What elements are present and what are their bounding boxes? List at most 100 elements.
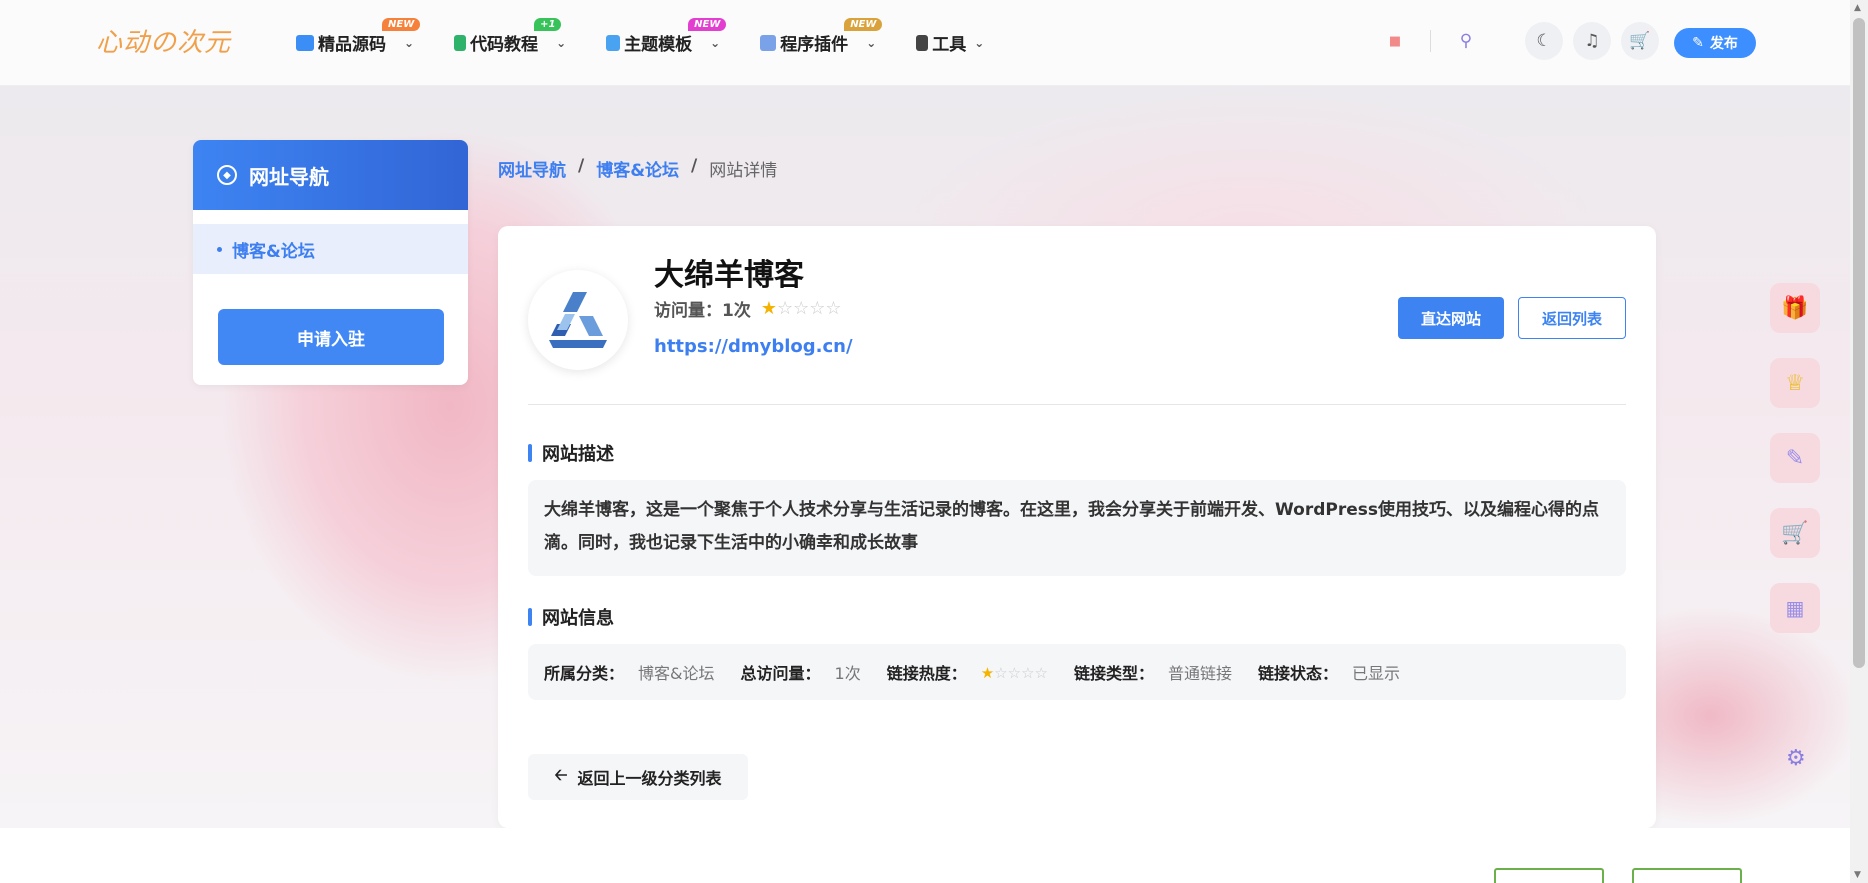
nav-badge: NEW bbox=[844, 18, 883, 31]
footer-chip bbox=[1494, 868, 1604, 883]
bell-icon[interactable]: ♫ bbox=[1573, 22, 1611, 60]
gear-icon[interactable]: ⚙ bbox=[1786, 746, 1806, 771]
star-icon: ☆ bbox=[994, 663, 1008, 682]
header-tools: ■ ⚲ ☾ ♫ 🛒 bbox=[1376, 22, 1659, 60]
star-icon: ★ bbox=[980, 663, 995, 682]
nav-label: 主题模板 bbox=[624, 35, 693, 55]
star-icon: ☆ bbox=[809, 298, 826, 319]
site-url-link[interactable]: https://dmyblog.cn/ bbox=[654, 336, 853, 357]
moon-icon[interactable]: ☾ bbox=[1525, 22, 1563, 60]
site-info-row: 所属分类： 博客&论坛 总访问量： 1次 链接热度： ★☆☆☆☆ 链接类型： 普… bbox=[528, 644, 1626, 700]
description-heading: 网站描述 bbox=[528, 440, 614, 466]
star-icon: ☆ bbox=[793, 298, 810, 319]
info-type-value: 普通链接 bbox=[1168, 664, 1233, 683]
star-icon: ☆ bbox=[1034, 663, 1048, 682]
nav-badge: NEW bbox=[688, 18, 727, 31]
breadcrumb-link[interactable]: 网址导航 bbox=[498, 156, 566, 181]
nav-item-themes[interactable]: 主题模板 NEW ⌄ bbox=[602, 18, 730, 59]
heading-bar bbox=[528, 444, 532, 462]
info-key: 链接热度： bbox=[886, 664, 967, 683]
divider bbox=[1430, 30, 1431, 52]
monitor-icon bbox=[296, 34, 314, 51]
breadcrumb-separator: / bbox=[578, 156, 585, 176]
qrcode-icon[interactable]: ▦ bbox=[1770, 583, 1820, 633]
breadcrumb-link[interactable]: 博客&论坛 bbox=[596, 156, 679, 181]
info-key: 总访问量： bbox=[740, 664, 821, 683]
info-visits-value: 1次 bbox=[834, 664, 861, 683]
info-key: 链接状态： bbox=[1258, 664, 1339, 683]
chevron-down-icon: ⌄ bbox=[974, 35, 985, 50]
visit-site-button[interactable]: 直达网站 bbox=[1398, 297, 1504, 339]
nav-badge: +1 bbox=[534, 18, 562, 31]
compass-icon: ◆ bbox=[217, 165, 237, 185]
chevron-down-icon: ⌄ bbox=[710, 35, 721, 50]
pencil-icon: ✎ bbox=[1692, 35, 1704, 51]
site-logo[interactable]: 心动の次元 bbox=[96, 22, 231, 59]
scroll-down-icon[interactable]: ▼ bbox=[1854, 870, 1861, 880]
cart-float-icon[interactable]: 🛒 bbox=[1770, 508, 1820, 558]
star-icon: ☆ bbox=[825, 298, 842, 319]
footer-chip bbox=[1632, 868, 1742, 883]
heading-bar bbox=[528, 608, 532, 626]
heat-stars: ★☆☆☆☆ bbox=[981, 663, 1048, 682]
site-avatar bbox=[528, 270, 628, 370]
shirt-icon bbox=[606, 34, 621, 51]
nav-item-plugins[interactable]: 程序插件 NEW ⌄ bbox=[756, 18, 886, 59]
sidebar-card: ◆ 网址导航 博客&论坛 申请入驻 bbox=[193, 140, 468, 385]
sidebar-item-label: 博客&论坛 bbox=[232, 241, 315, 262]
bullet-icon bbox=[217, 246, 222, 252]
plugin-icon bbox=[760, 34, 777, 51]
heading-text: 网站信息 bbox=[542, 608, 614, 629]
info-status-value: 已显示 bbox=[1352, 664, 1401, 683]
scrollbar-thumb[interactable] bbox=[1853, 18, 1865, 668]
nav-item-tutorials[interactable]: 代码教程 +1 ⌄ bbox=[450, 18, 576, 59]
back-up-label: 返回上一级分类列表 bbox=[577, 769, 722, 788]
info-heading: 网站信息 bbox=[528, 604, 614, 630]
user-icon[interactable]: ■ bbox=[1376, 22, 1414, 60]
chevron-down-icon: ⌄ bbox=[404, 35, 415, 50]
gift-icon[interactable]: 🎁 bbox=[1770, 283, 1820, 333]
sidebar-item-blog-forum[interactable]: 博客&论坛 bbox=[193, 224, 468, 274]
edit-icon[interactable]: ✎ bbox=[1770, 433, 1820, 483]
divider bbox=[528, 404, 1626, 405]
nav-item-source[interactable]: 精品源码 NEW ⌄ bbox=[292, 18, 424, 59]
top-navbar: 心动の次元 精品源码 NEW ⌄ 代码教程 +1 ⌄ 主题模板 NEW ⌄ 程序… bbox=[0, 0, 1850, 86]
star-icon: ★ bbox=[760, 298, 777, 319]
breadcrumb: 网址导航 / 博客&论坛 / 网站详情 bbox=[498, 156, 777, 181]
sidebar-title: 网址导航 bbox=[249, 164, 329, 189]
rating-stars: ★☆☆☆☆ bbox=[761, 298, 842, 319]
nav-item-tools[interactable]: 工具 ⌄ bbox=[912, 26, 994, 59]
tools-icon bbox=[916, 34, 929, 51]
description-text: 大绵羊博客，这是一个聚焦于个人技术分享与生活记录的博客。在这里，我会分享关于前端… bbox=[528, 480, 1626, 576]
nav-badge: NEW bbox=[382, 18, 421, 31]
nav-label: 工具 bbox=[932, 35, 967, 55]
info-key: 所属分类： bbox=[544, 664, 625, 683]
sidebar-header: ◆ 网址导航 bbox=[193, 140, 468, 210]
book-icon bbox=[454, 34, 467, 51]
back-to-list-button[interactable]: 返回列表 bbox=[1518, 297, 1626, 339]
nav-label: 精品源码 bbox=[318, 35, 386, 55]
chevron-down-icon: ⌄ bbox=[866, 35, 877, 50]
main-nav: 精品源码 NEW ⌄ 代码教程 +1 ⌄ 主题模板 NEW ⌄ 程序插件 NEW… bbox=[292, 18, 1020, 59]
publish-button[interactable]: ✎ 发布 bbox=[1674, 28, 1756, 58]
crown-icon[interactable]: ♕ bbox=[1770, 358, 1820, 408]
scroll-up-icon[interactable]: ▲ bbox=[1854, 3, 1861, 13]
arrow-left-icon: 🡠 bbox=[554, 764, 568, 784]
star-icon: ☆ bbox=[776, 298, 794, 319]
search-icon[interactable]: ⚲ bbox=[1447, 22, 1485, 60]
star-icon: ☆ bbox=[1007, 663, 1022, 682]
info-category-value[interactable]: 博客&论坛 bbox=[638, 660, 714, 684]
site-logo-icon bbox=[549, 292, 607, 348]
back-to-parent-button[interactable]: 🡠 返回上一级分类列表 bbox=[528, 754, 748, 800]
info-key: 链接类型： bbox=[1073, 664, 1154, 683]
chevron-down-icon: ⌄ bbox=[556, 35, 567, 50]
nav-label: 代码教程 bbox=[470, 35, 539, 55]
heading-text: 网站描述 bbox=[542, 444, 614, 465]
apply-button[interactable]: 申请入驻 bbox=[218, 309, 444, 365]
nav-label: 程序插件 bbox=[780, 35, 849, 55]
breadcrumb-current: 网站详情 bbox=[709, 161, 778, 181]
breadcrumb-separator: / bbox=[691, 156, 698, 176]
cart-icon[interactable]: 🛒 bbox=[1621, 22, 1659, 60]
visits-label: 访问量：1次 bbox=[654, 301, 751, 321]
star-icon: ☆ bbox=[1021, 663, 1035, 682]
